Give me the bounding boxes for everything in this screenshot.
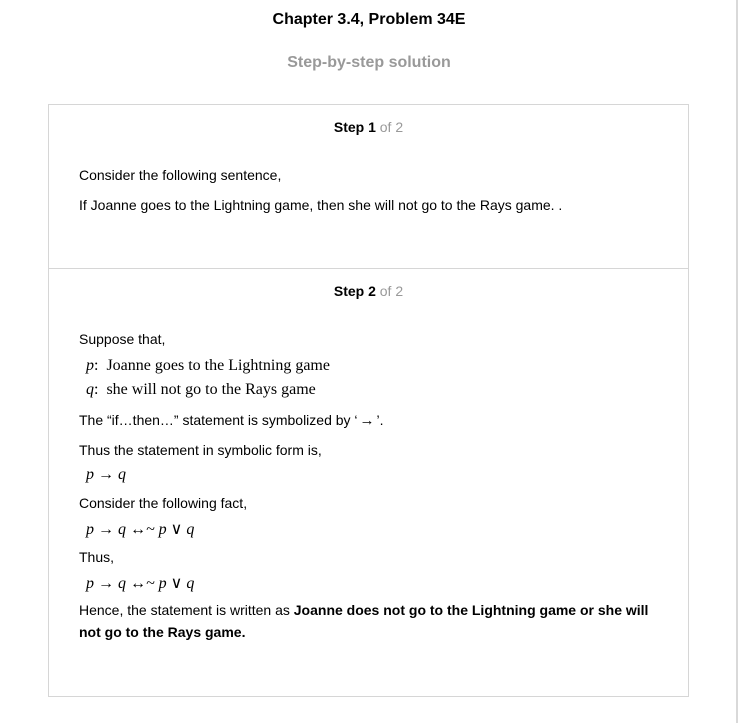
step-1-intro: Consider the following sentence, bbox=[79, 167, 282, 183]
step-2-count: of 2 bbox=[379, 283, 404, 299]
page-subtitle: Step-by-step solution bbox=[287, 54, 451, 71]
expression-3: p → q ↔~ p ∨ q bbox=[86, 575, 195, 592]
step-1-header: Step 1 of 2 bbox=[49, 119, 688, 135]
step-1-panel: Step 1 of 2 Consider the following sente… bbox=[49, 105, 688, 269]
p-definition: p: Joanne goes to the Lightning game bbox=[86, 357, 330, 374]
ifthen-statement: The “if…then…” statement is symbolized b… bbox=[79, 412, 384, 430]
p-definition-text: Joanne goes to the Lightning game bbox=[106, 357, 330, 374]
arrow-symbol: → bbox=[359, 413, 375, 429]
step-2-label: Step 2 bbox=[333, 283, 376, 299]
solution-card: Step 1 of 2 Consider the following sente… bbox=[48, 104, 689, 697]
q-definition: q: she will not go to the Rays game bbox=[86, 381, 316, 398]
symbolic-form-intro: Thus the statement in symbolic form is, bbox=[79, 442, 322, 458]
fact-intro: Consider the following fact, bbox=[79, 495, 248, 511]
step-1-sentence: If Joanne goes to the Lightning game, th… bbox=[79, 197, 563, 213]
expression-2: p → q ↔~ p ∨ q bbox=[86, 521, 195, 538]
step-2-panel: Step 2 of 2 Suppose that, p: Joanne goes… bbox=[49, 269, 688, 696]
q-definition-text: she will not go to the Rays game bbox=[106, 381, 316, 398]
conclusion-paragraph: Hence, the statement is written as Joann… bbox=[79, 599, 659, 643]
suppose-text: Suppose that, bbox=[79, 331, 166, 347]
p-variable: p bbox=[86, 357, 94, 374]
step-2-header: Step 2 of 2 bbox=[49, 283, 688, 299]
ifthen-text-pre: The “if…then…” statement is symbolized b… bbox=[79, 412, 358, 428]
page-title: Chapter 3.4, Problem 34E bbox=[272, 11, 466, 28]
q-variable: q bbox=[86, 381, 94, 398]
step-1-count: of 2 bbox=[379, 119, 404, 135]
ifthen-text-post: ’. bbox=[376, 412, 384, 428]
conclusion-text: Hence, the statement is written as bbox=[79, 602, 294, 618]
step-1-label: Step 1 bbox=[333, 119, 376, 135]
expression-1: p → q bbox=[86, 466, 126, 483]
thus-text: Thus, bbox=[79, 549, 115, 565]
